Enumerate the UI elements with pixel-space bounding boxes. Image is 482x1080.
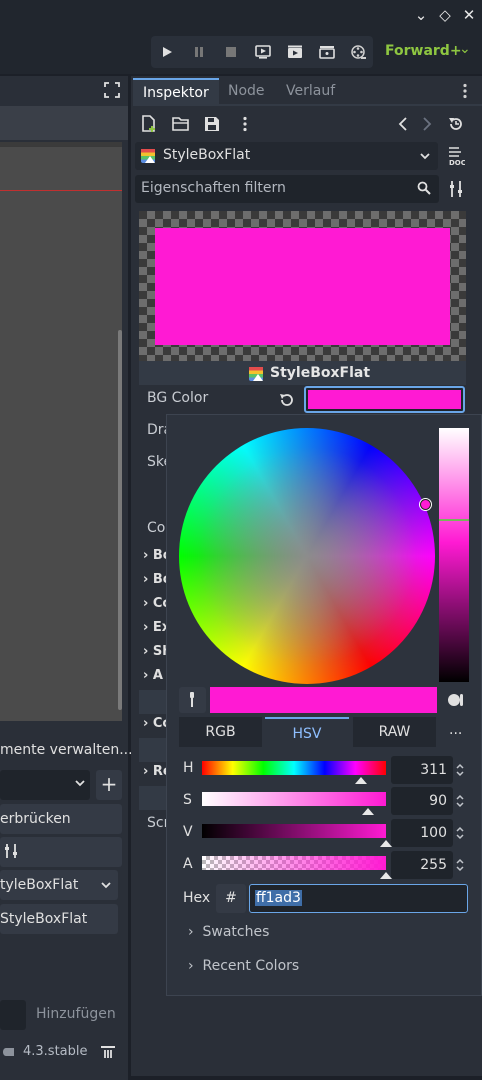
tools-button[interactable] xyxy=(0,837,122,867)
color-preview-swatch xyxy=(210,687,437,713)
cloud-icon xyxy=(2,1045,14,1063)
hex-input[interactable]: ff1ad3 xyxy=(249,884,468,913)
bridge-button[interactable]: erbrücken xyxy=(0,804,122,834)
search-icon xyxy=(417,181,431,199)
chevron-down-icon[interactable] xyxy=(100,879,112,895)
slider-s-label: S xyxy=(183,792,192,808)
slider-a-track[interactable] xyxy=(202,856,386,870)
mode-raw-button[interactable]: RAW xyxy=(353,717,436,747)
mode-rgb-button[interactable]: RGB xyxy=(179,717,262,747)
sample-toggle-icon[interactable] xyxy=(446,692,464,712)
viewport-scrollbar[interactable] xyxy=(118,330,122,710)
film-reel-icon[interactable] xyxy=(347,40,371,64)
hex-label: Hex xyxy=(183,890,211,906)
slider-v-label: V xyxy=(183,824,193,840)
tab-underline xyxy=(133,104,482,106)
revert-icon[interactable] xyxy=(278,392,294,412)
viewport-canvas[interactable] xyxy=(0,146,122,721)
slider-h-value[interactable]: 311 xyxy=(391,756,453,784)
open-folder-icon[interactable] xyxy=(172,116,190,136)
slider-s-track[interactable] xyxy=(202,792,386,806)
add-button[interactable]: + xyxy=(96,770,122,800)
renderer-selector[interactable]: Forward+ xyxy=(385,43,462,59)
stepper-up-down-icon[interactable] xyxy=(455,825,465,844)
resource-section-bar xyxy=(139,690,169,714)
history-forward-icon[interactable] xyxy=(422,116,432,136)
pause-icon[interactable] xyxy=(187,40,211,64)
swatches-expander[interactable]: › Swatches xyxy=(188,924,269,940)
resource-section-bar-3 xyxy=(139,786,169,810)
stylebox-preview-fill xyxy=(155,228,450,345)
slider-h-label: H xyxy=(183,760,194,776)
fullscreen-icon[interactable] xyxy=(104,82,120,102)
tools-icon[interactable] xyxy=(4,843,18,863)
new-resource-icon[interactable] xyxy=(141,115,157,137)
preview-caption: StyleBoxFlat xyxy=(270,365,371,381)
slider-a-value[interactable]: 255 xyxy=(391,851,453,879)
type-field[interactable]: StyleBoxFlat xyxy=(0,904,118,934)
slider-s-handle[interactable] xyxy=(361,808,374,815)
recent-colors-expander[interactable]: › Recent Colors xyxy=(188,958,299,974)
slider-h-track[interactable] xyxy=(202,761,386,775)
chevron-down-icon[interactable] xyxy=(74,777,86,793)
chevron-down-icon[interactable] xyxy=(419,150,431,166)
slider-v-track[interactable] xyxy=(202,824,386,838)
tab-node[interactable]: Node xyxy=(218,78,275,104)
add-button-label[interactable]: Hinzufügen xyxy=(36,1006,116,1022)
section-anti-aliasing[interactable]: › A xyxy=(143,668,163,683)
resource-name[interactable]: StyleBoxFlat xyxy=(163,147,250,163)
more-vertical-icon[interactable] xyxy=(242,116,248,136)
property-filter-placeholder: Eigenschaften filtern xyxy=(141,180,286,196)
viewport-header xyxy=(0,106,128,140)
pin-panel-icon[interactable] xyxy=(100,1045,116,1063)
bg-color-label: BG Color xyxy=(147,390,209,406)
stepper-up-down-icon[interactable] xyxy=(455,793,465,812)
wheel-cursor[interactable] xyxy=(420,499,431,510)
tab-verlauf[interactable]: Verlauf xyxy=(276,78,345,104)
hex-hash-button[interactable]: # xyxy=(216,884,246,913)
run-current-scene-icon[interactable] xyxy=(251,40,275,64)
stop-icon[interactable] xyxy=(219,40,243,64)
slider-s-value[interactable]: 90 xyxy=(391,787,453,815)
bg-color-picker-button[interactable] xyxy=(304,386,465,413)
hex-input-value: ff1ad3 xyxy=(255,890,302,906)
slider-a-label: A xyxy=(183,856,193,872)
version-label: 4.3.stable xyxy=(23,1044,88,1059)
color-wheel-center xyxy=(179,428,435,684)
filter-options-icon[interactable] xyxy=(448,180,464,202)
value-bar[interactable] xyxy=(439,428,469,682)
more-vertical-icon[interactable] xyxy=(462,83,468,103)
slider-h-handle[interactable] xyxy=(354,777,367,784)
object-history-icon[interactable] xyxy=(448,116,464,136)
eyedropper-icon xyxy=(187,691,197,713)
name-field[interactable] xyxy=(0,1000,26,1030)
slider-v-value[interactable]: 100 xyxy=(391,819,453,847)
stepper-up-down-icon[interactable] xyxy=(455,762,465,781)
mode-hsv-button[interactable]: HSV xyxy=(265,717,349,747)
movie-maker-icon[interactable] xyxy=(315,40,339,64)
run-specific-scene-icon[interactable] xyxy=(283,40,307,64)
history-back-icon[interactable] xyxy=(398,116,408,136)
more-modes-button[interactable]: ... xyxy=(449,722,462,738)
close-icon[interactable]: ✕ xyxy=(458,4,480,26)
stylebox-icon xyxy=(140,148,156,168)
tab-inspektor[interactable]: Inspektor xyxy=(133,78,219,104)
value-bar-marker[interactable] xyxy=(439,519,469,521)
minimize-icon[interactable]: ⌄ xyxy=(410,4,432,26)
manage-elements-label[interactable]: mente verwalten... xyxy=(0,742,133,758)
svg-text:DOC: DOC xyxy=(449,159,465,166)
save-icon[interactable] xyxy=(204,116,220,136)
chevron-down-icon[interactable]: ⌄ xyxy=(459,41,471,57)
stepper-up-down-icon[interactable] xyxy=(455,857,465,876)
resource-section-bar-2 xyxy=(139,738,169,762)
viewport-axis-line xyxy=(0,190,122,191)
open-documentation-icon[interactable]: DOC xyxy=(447,146,466,170)
bg-color-swatch xyxy=(308,390,461,409)
maximize-icon[interactable]: ◇ xyxy=(434,4,456,26)
stylebox-icon xyxy=(248,366,264,386)
play-icon[interactable] xyxy=(155,40,179,64)
